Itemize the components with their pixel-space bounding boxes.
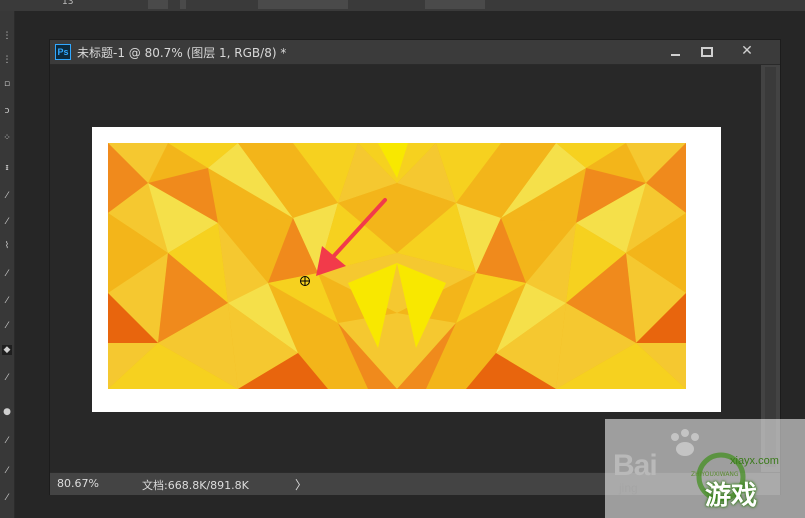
lasso-tool-icon[interactable]: ↄ xyxy=(2,106,12,116)
stamp-tool-icon[interactable]: ⁄ xyxy=(2,269,12,279)
dodge-tool-icon[interactable]: ● xyxy=(2,407,12,417)
close-button[interactable]: ✕ xyxy=(728,42,766,61)
move-tool-icon[interactable]: ⋮ xyxy=(2,31,12,41)
pen-tool-icon[interactable]: ⁄ xyxy=(2,436,12,446)
options-bar: 13 xyxy=(0,0,805,11)
site-watermark-text: xiayx.com xyxy=(730,455,779,467)
options-control[interactable] xyxy=(148,0,168,9)
blur-tool-icon[interactable]: ⁄ xyxy=(2,373,12,383)
photoshop-icon: Ps xyxy=(55,44,71,60)
document-size-info: 文档:668.8K/891.8K xyxy=(142,479,249,492)
marquee-tool-icon[interactable]: ▫ xyxy=(2,79,12,89)
healing-brush-icon[interactable]: ⁄ xyxy=(2,217,12,227)
brush-tool-icon[interactable]: ⌇ xyxy=(2,241,12,251)
watermark: Bai jing xiayx.com ZHIYOUXIWANG 游戏 xyxy=(605,419,805,518)
eraser-tool-icon[interactable]: ⁄ xyxy=(2,321,12,331)
type-tool-icon[interactable]: ⁄ xyxy=(2,466,12,476)
magic-wand-icon[interactable]: ⁘ xyxy=(2,133,12,143)
options-value[interactable]: 13 xyxy=(62,0,73,7)
low-poly-artwork[interactable] xyxy=(108,143,686,389)
brand-watermark-text: 游戏 xyxy=(705,481,758,511)
annotation-arrow-icon xyxy=(316,198,387,276)
maximize-button[interactable] xyxy=(694,42,720,61)
crop-tool-icon[interactable]: ᵻ xyxy=(2,163,12,173)
path-select-icon[interactable]: ⁄ xyxy=(2,493,12,503)
scrollbar-thumb[interactable] xyxy=(765,67,776,467)
options-field[interactable] xyxy=(258,0,348,9)
minimize-icon xyxy=(670,53,680,56)
document-title-bar[interactable]: Ps 未标题-1 @ 80.7% (图层 1, RGB/8) * ✕ xyxy=(50,40,780,65)
history-brush-icon[interactable]: ⁄ xyxy=(2,296,12,306)
document-title: 未标题-1 @ 80.7% (图层 1, RGB/8) * xyxy=(77,46,287,60)
minimize-button[interactable] xyxy=(662,42,688,61)
options-control[interactable] xyxy=(180,0,186,9)
status-menu-arrow-icon[interactable]: 〉 xyxy=(295,476,307,493)
eyedropper-icon[interactable]: ⁄ xyxy=(2,191,12,201)
close-icon: ✕ xyxy=(741,43,753,59)
jingyan-watermark-text: jing xyxy=(619,481,638,495)
vertical-scrollbar[interactable] xyxy=(761,65,780,472)
options-field[interactable] xyxy=(425,0,485,9)
gradient-tool-icon[interactable]: ◆ xyxy=(2,345,12,355)
marquee-tool-icon[interactable]: ⋮ xyxy=(2,55,12,65)
tools-panel: ⋮ ⋮ ▫ ↄ ⁘ ᵻ ⁄ ⁄ ⌇ ⁄ ⁄ ⁄ ◆ ⁄ ● ⁄ ⁄ ⁄ xyxy=(0,11,15,518)
maximize-icon xyxy=(701,46,713,57)
zoom-level[interactable]: 80.67% xyxy=(57,477,99,490)
baidu-watermark-text: Bai xyxy=(613,449,658,482)
